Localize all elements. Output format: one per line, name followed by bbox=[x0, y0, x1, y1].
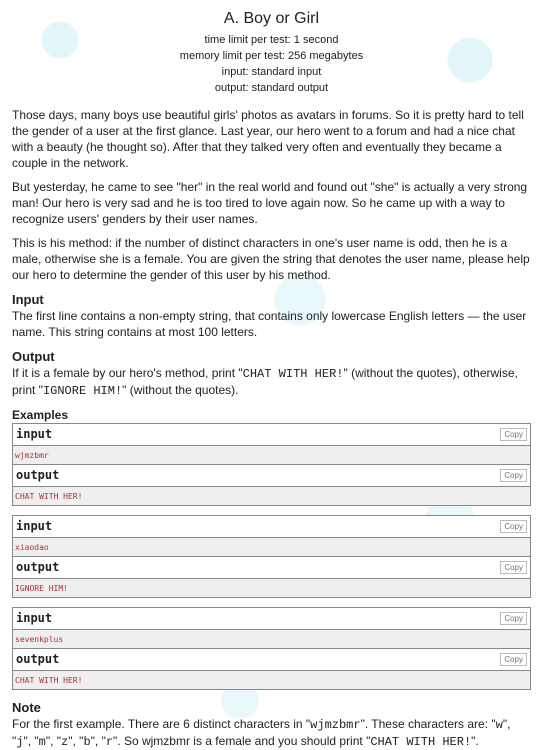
code: CHAT WITH HER! bbox=[242, 367, 344, 381]
sample-tests: input Copy wjmzbmr output Copy CHAT WITH H… bbox=[12, 423, 531, 690]
text: ", " bbox=[68, 734, 84, 748]
input-file: input: standard input bbox=[221, 66, 322, 78]
examples-heading: Examples bbox=[12, 408, 69, 422]
output-heading: Output bbox=[12, 349, 55, 364]
output-specification: Output If it is a female by our hero's m… bbox=[12, 348, 531, 399]
copy-output-button[interactable]: Copy bbox=[500, 469, 527, 482]
legend-paragraph: Those days, many boys use beautiful girl… bbox=[12, 108, 524, 170]
copy-output-button[interactable]: Copy bbox=[500, 653, 527, 666]
problem-title: A. Boy or Girl bbox=[223, 10, 320, 27]
sample-input: sevenkplus bbox=[13, 630, 530, 649]
sample-output: CHAT WITH HER! bbox=[13, 671, 530, 689]
output-label: output bbox=[16, 560, 60, 574]
sample-test: input Copy wjmzbmr output Copy CHAT WITH H… bbox=[12, 423, 531, 506]
input-specification: Input The first line contains a non-empt… bbox=[12, 291, 531, 340]
text: ". These characters are: " bbox=[360, 717, 496, 731]
problem-header: time limit per test: 1 second memory lim… bbox=[12, 32, 531, 96]
code: z bbox=[61, 735, 69, 749]
note-text: For the first example. There are 6 disti… bbox=[12, 716, 531, 750]
sample-output: IGNORE HIM! bbox=[13, 579, 530, 597]
copy-input-button[interactable]: Copy bbox=[500, 520, 527, 533]
input-header: input Copy bbox=[13, 424, 530, 446]
sample-test: input Copy sevenkplus output Copy CHAT WIT… bbox=[12, 607, 531, 690]
copy-input-button[interactable]: Copy bbox=[500, 428, 527, 441]
sample-input: wjmzbmr bbox=[13, 446, 530, 465]
output-header: output Copy bbox=[13, 557, 530, 579]
text: ", " bbox=[23, 734, 39, 748]
output-label: output bbox=[16, 468, 60, 482]
input-header: input Copy bbox=[13, 516, 530, 538]
text: ", " bbox=[45, 734, 62, 748]
text: If it is a female by our hero's method, … bbox=[12, 366, 243, 380]
input-text: The first line contains a non-empty stri… bbox=[12, 309, 527, 339]
note-heading: Note bbox=[12, 700, 41, 715]
text: For the first example. There are 6 disti… bbox=[12, 717, 311, 731]
input-label: input bbox=[16, 427, 53, 441]
legend-paragraph: This is his method: if the number of dis… bbox=[12, 236, 530, 282]
sample-output: CHAT WITH HER! bbox=[13, 487, 530, 505]
input-heading: Input bbox=[12, 292, 44, 307]
copy-input-button[interactable]: Copy bbox=[500, 612, 527, 625]
output-header: output Copy bbox=[13, 649, 530, 671]
input-label: input bbox=[16, 611, 53, 625]
code: w bbox=[495, 718, 503, 732]
sample-test: input Copy xiaodao output Copy IGNORE HIM! bbox=[12, 515, 531, 598]
text: ". So wjmzbmr is a female and you should… bbox=[113, 734, 371, 748]
legend: Those days, many boys use beautiful girl… bbox=[12, 107, 531, 283]
sample-input: xiaodao bbox=[13, 538, 530, 557]
code: IGNORE HIM! bbox=[42, 384, 123, 398]
output-file: output: standard output bbox=[214, 82, 329, 94]
copy-output-button[interactable]: Copy bbox=[500, 561, 527, 574]
code: b bbox=[83, 735, 91, 749]
text: ". bbox=[471, 734, 479, 748]
code: m bbox=[38, 735, 46, 749]
problem-statement: A. Boy or Girl time limit per test: 1 se… bbox=[0, 10, 542, 750]
time-limit: time limit per test: 1 second bbox=[204, 34, 339, 46]
input-label: input bbox=[16, 519, 53, 533]
code: r bbox=[105, 735, 114, 749]
memory-limit: memory limit per test: 256 megabytes bbox=[179, 50, 364, 62]
output-text: If it is a female by our hero's method, … bbox=[12, 365, 531, 399]
text: ", " bbox=[90, 734, 106, 748]
code: wjmzbmr bbox=[310, 718, 361, 732]
code: j bbox=[16, 735, 24, 749]
input-header: input Copy bbox=[13, 608, 530, 630]
text: " (without the quotes). bbox=[122, 383, 239, 397]
output-label: output bbox=[16, 652, 60, 666]
output-header: output Copy bbox=[13, 465, 530, 487]
legend-paragraph: But yesterday, he came to see "her" in t… bbox=[12, 180, 528, 226]
code: CHAT WITH HER! bbox=[370, 735, 472, 749]
note: Note For the first example. There are 6 … bbox=[12, 699, 531, 750]
